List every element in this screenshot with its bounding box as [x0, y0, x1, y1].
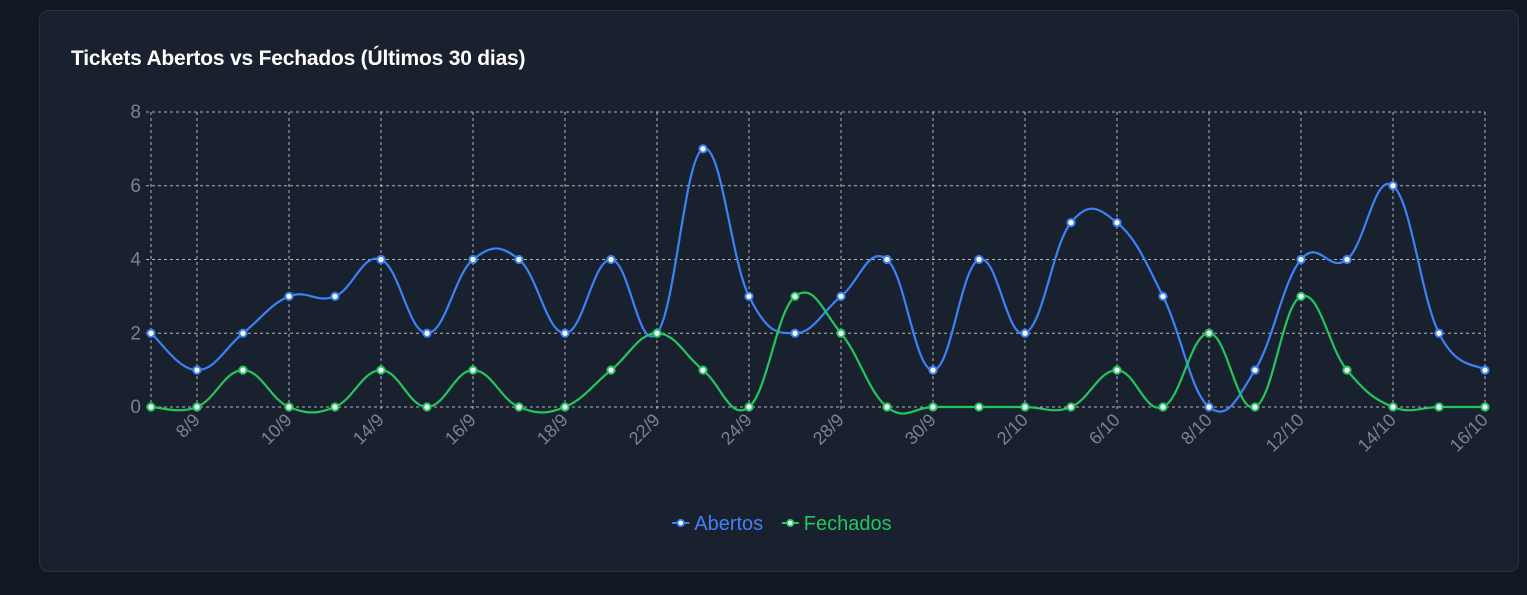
x-tick-label: 8/9	[172, 410, 204, 442]
data-point-fechados[interactable]	[146, 402, 156, 412]
data-point-fechados[interactable]	[1434, 402, 1444, 412]
data-point-abertos[interactable]	[698, 144, 708, 154]
data-point-fechados[interactable]	[422, 402, 432, 412]
data-point-fechados[interactable]	[1158, 402, 1168, 412]
data-point-abertos[interactable]	[1204, 402, 1214, 412]
data-point-fechados[interactable]	[330, 402, 340, 412]
data-point-abertos[interactable]	[468, 254, 478, 265]
data-point-fechados[interactable]	[284, 402, 294, 412]
x-tick-label: 16/9	[441, 410, 480, 449]
data-point-fechados[interactable]	[192, 402, 202, 412]
data-point-fechados[interactable]	[560, 402, 570, 412]
x-tick-label: 28/9	[809, 410, 848, 449]
data-point-abertos[interactable]	[790, 328, 800, 338]
y-tick-label: 8	[130, 102, 141, 123]
data-point-fechados[interactable]	[882, 402, 892, 412]
chart-card: Tickets Abertos vs Fechados (Últimos 30 …	[39, 10, 1519, 572]
y-tick-label: 6	[130, 176, 141, 197]
data-point-fechados[interactable]	[698, 365, 708, 375]
data-point-abertos[interactable]	[1296, 254, 1306, 265]
x-tick-label: 12/10	[1262, 410, 1308, 456]
x-tick-label: 30/9	[901, 410, 940, 449]
legend-marker-abertos[interactable]	[676, 518, 685, 528]
data-point-fechados[interactable]	[744, 402, 754, 412]
legend-label-fechados[interactable]: Fechados	[804, 513, 892, 535]
x-tick-label: 6/10	[1085, 410, 1124, 449]
x-tick-label: 14/9	[349, 410, 388, 449]
data-point-abertos[interactable]	[1066, 218, 1076, 228]
y-tick-label: 4	[130, 250, 141, 271]
data-point-fechados[interactable]	[1388, 402, 1398, 412]
x-tick-label: 14/10	[1354, 410, 1400, 456]
data-point-abertos[interactable]	[330, 291, 340, 301]
data-point-abertos[interactable]	[836, 291, 846, 301]
data-point-abertos[interactable]	[974, 254, 984, 265]
data-point-fechados[interactable]	[790, 291, 800, 301]
x-tick-label: 2/10	[993, 410, 1032, 449]
data-point-fechados[interactable]	[1112, 365, 1122, 375]
series-line-abertos	[150, 147, 1486, 413]
data-point-abertos[interactable]	[1434, 328, 1444, 338]
data-point-abertos[interactable]	[284, 291, 294, 301]
data-point-fechados[interactable]	[928, 402, 938, 412]
data-point-fechados[interactable]	[1204, 328, 1214, 338]
y-tick-label: 0	[130, 397, 141, 418]
data-point-abertos[interactable]	[238, 328, 248, 338]
data-point-abertos[interactable]	[1480, 365, 1490, 375]
x-tick-label: 8/10	[1177, 410, 1216, 449]
data-point-fechados[interactable]	[652, 328, 662, 338]
data-point-fechados[interactable]	[468, 365, 478, 375]
data-point-abertos[interactable]	[606, 254, 616, 265]
x-tick-label: 24/9	[717, 410, 756, 449]
y-tick-label: 2	[130, 323, 141, 344]
x-tick-label: 10/9	[257, 410, 296, 449]
data-point-abertos[interactable]	[1342, 254, 1352, 265]
data-point-abertos[interactable]	[376, 254, 386, 265]
data-point-abertos[interactable]	[192, 365, 202, 375]
legend-label-abertos[interactable]: Abertos	[694, 513, 763, 535]
data-point-fechados[interactable]	[1250, 402, 1260, 412]
line-chart: 0 2 4 6 8 8/9 10/9 14/9 16/9 18/9 22/9 24/9 28/9 30/9…	[130, 102, 1492, 535]
data-point-fechados[interactable]	[376, 365, 386, 375]
data-point-fechados[interactable]	[1296, 291, 1306, 301]
data-point-abertos[interactable]	[1250, 365, 1260, 375]
x-tick-label: 18/9	[533, 410, 572, 449]
data-point-abertos[interactable]	[928, 365, 938, 375]
data-point-abertos[interactable]	[422, 328, 432, 338]
data-point-abertos[interactable]	[882, 254, 892, 265]
data-point-fechados[interactable]	[1480, 402, 1490, 412]
data-point-abertos[interactable]	[1020, 328, 1030, 338]
data-point-abertos[interactable]	[1112, 218, 1122, 228]
data-point-abertos[interactable]	[560, 328, 570, 338]
data-point-fechados[interactable]	[836, 328, 846, 338]
data-point-fechados[interactable]	[1066, 402, 1076, 412]
data-point-abertos[interactable]	[1158, 291, 1168, 301]
data-point-fechados[interactable]	[606, 365, 616, 375]
data-point-fechados[interactable]	[514, 402, 524, 412]
series-line-fechados	[150, 291, 1485, 415]
x-tick-label: 22/9	[625, 410, 664, 449]
legend-marker-fechados[interactable]	[786, 518, 795, 528]
data-point-abertos[interactable]	[744, 291, 754, 301]
data-point-abertos[interactable]	[1388, 181, 1398, 191]
x-tick-label: 16/10	[1446, 410, 1492, 456]
data-point-abertos[interactable]	[514, 254, 524, 265]
data-point-abertos[interactable]	[146, 328, 156, 338]
data-point-fechados[interactable]	[974, 402, 984, 412]
data-point-fechados[interactable]	[238, 365, 248, 375]
data-point-fechados[interactable]	[1342, 365, 1352, 375]
data-point-fechados[interactable]	[1020, 402, 1030, 412]
